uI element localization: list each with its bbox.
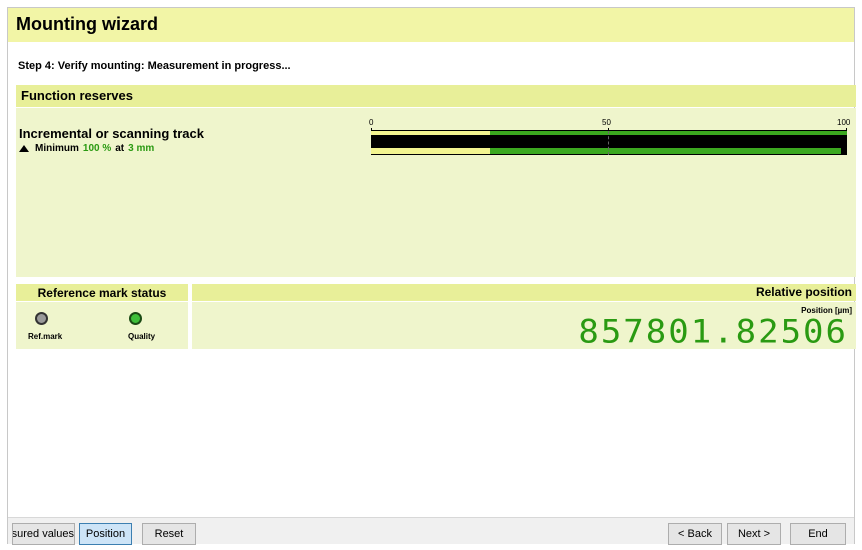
ref-mark-led-icon [35,312,48,325]
measured-values-button[interactable]: Measured values [12,523,75,545]
minimum-percent: 100 % [82,143,112,154]
position-button[interactable]: Position [79,523,132,545]
reserve-bar-bottom-green [490,148,841,154]
reference-mark-title: Reference mark status [37,286,167,300]
relative-position-title: Relative position [755,285,852,299]
step-description: Step 4: Verify mounting: Measurement in … [18,60,291,72]
reserve-scale: 0 50 100 [369,118,851,158]
title-bar: Mounting wizard [8,8,854,42]
minimum-row: Minimum 100 % at 3 mm [19,143,154,154]
ref-mark-label: Ref.mark [28,332,63,341]
reference-mark-header: Reference mark status [16,284,188,301]
relative-position-panel: Position [µm] 857801.82506 [192,302,856,351]
reserve-bar-top-green [490,131,847,135]
end-button[interactable]: End [790,523,846,545]
reset-button[interactable]: Reset [142,523,196,545]
relative-position-header: Relative position [192,284,856,301]
function-reserves-title: Function reserves [21,88,133,103]
triangle-up-icon [19,145,29,152]
reserve-bar-bottom-yellow [371,148,490,154]
function-reserves-panel: Incremental or scanning track Minimum 10… [16,108,856,277]
reserve-end-marker [842,149,847,154]
function-reserves-header: Function reserves [16,85,856,107]
reserve-bar-top-yellow [371,131,490,135]
minimum-distance: 3 mm [128,143,155,154]
reserve-bar-midline [608,131,609,155]
quality-led-icon [129,312,142,325]
back-button[interactable]: < Back [668,523,722,545]
wizard-window: Mounting wizard Step 4: Verify mounting:… [7,7,856,545]
minimum-at: at [115,143,125,154]
button-bar: Measured values Position Reset < Back Ne… [8,517,854,545]
track-label: Incremental or scanning track [19,126,204,141]
minimum-prefix: Minimum [35,143,79,154]
tick-label-100: 100 [837,118,851,127]
position-readout: 857801.82506 [578,313,848,351]
next-button[interactable]: Next > [727,523,781,545]
reference-mark-panel: Ref.mark Quality [16,302,188,349]
wizard-title: Mounting wizard [16,14,158,34]
quality-label: Quality [128,332,156,341]
tick-label-50: 50 [602,118,611,127]
tick-label-0: 0 [369,118,374,127]
